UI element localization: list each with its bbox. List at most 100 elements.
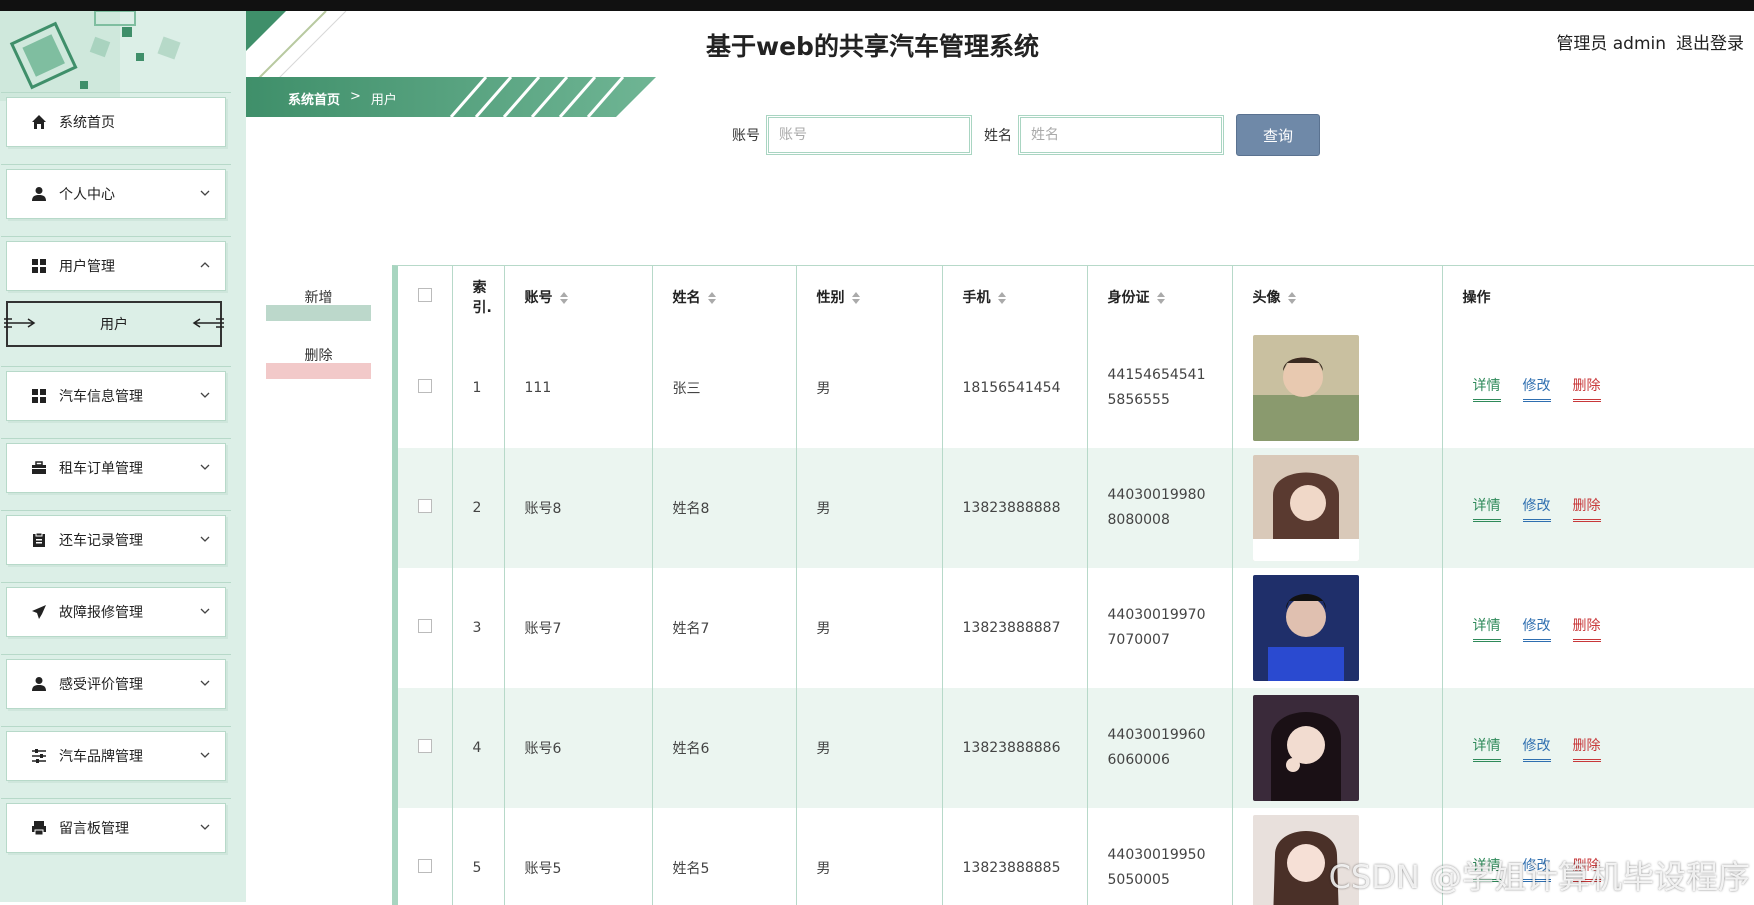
edit-link[interactable]: 修改 [1523,375,1551,402]
header-gender[interactable]: 性别 [796,266,942,328]
cell-name: 姓名8 [652,448,796,568]
cell-index: 1 [452,328,504,448]
edit-link[interactable]: 修改 [1523,495,1551,522]
header-name[interactable]: 姓名 [652,266,796,328]
cell-idcard: 440300199505050005 [1087,808,1232,905]
main-content: 基于web的共享汽车管理系统 管理员 admin 退出登录 [246,11,1754,902]
person-icon [31,186,47,202]
header-phone-label: 手机 [963,290,991,306]
sort-icon [559,292,569,304]
avatar[interactable] [1253,815,1359,905]
sidebar-item-user-management[interactable]: 用户管理 [6,241,226,291]
person-icon [31,676,47,692]
detail-link[interactable]: 详情 [1473,855,1501,882]
header-phone[interactable]: 手机 [942,266,1087,328]
current-user: 管理员 admin [1556,29,1666,54]
cell-index: 3 [452,568,504,688]
cell-gender: 男 [796,448,942,568]
app-root: 系统首页 个人中心 用户管理 用户 汽车信息管理 [0,11,1754,902]
sidebar-item-personal-center[interactable]: 个人中心 [6,169,226,219]
avatar[interactable] [1253,455,1359,561]
row-checkbox[interactable] [418,379,432,393]
header-account[interactable]: 账号 [504,266,652,328]
arrow-decoration-icon [192,313,226,333]
header-idcard[interactable]: 身份证 [1087,266,1232,328]
detail-link[interactable]: 详情 [1473,735,1501,762]
avatar[interactable] [1253,695,1359,801]
table-row: 5 账号5 姓名5 男 13823888885 4403001995050500… [398,808,1754,905]
sidebar-item-label: 汽车品牌管理 [59,746,143,766]
account-search-input[interactable] [766,115,972,155]
sidebar-item-rental-orders[interactable]: 租车订单管理 [6,443,226,493]
idcard-line-1: 44030019980 [1108,487,1206,503]
sidebar-menu: 系统首页 个人中心 用户管理 用户 汽车信息管理 [6,97,226,875]
table-row: 1 111 张三 男 18156541454 44154654541585655… [398,328,1754,448]
header-account-label: 账号 [525,290,553,306]
sidebar-item-car-brands[interactable]: 汽车品牌管理 [6,731,226,781]
chevron-up-icon [199,259,211,271]
row-select-cell [398,568,452,688]
row-ops: 详情 修改 删除 [1463,855,1754,882]
sidebar-item-message-board[interactable]: 留言板管理 [6,803,226,853]
delete-link[interactable]: 删除 [1573,495,1601,522]
detail-link[interactable]: 详情 [1473,495,1501,522]
row-ops: 详情 修改 删除 [1463,615,1754,642]
cell-account: 111 [504,328,652,448]
select-all-checkbox[interactable] [418,288,432,302]
delete-link[interactable]: 删除 [1573,855,1601,882]
cell-account: 账号5 [504,808,652,905]
delete-link[interactable]: 删除 [1573,615,1601,642]
sort-icon [707,292,717,304]
query-button[interactable]: 查询 [1236,114,1320,156]
grid-icon [31,388,47,404]
row-ops: 详情 修改 删除 [1463,495,1754,522]
avatar[interactable] [1253,575,1359,681]
sidebar-decoration [0,11,246,101]
delete-button[interactable]: 删除 [266,339,371,379]
delete-link[interactable]: 删除 [1573,375,1601,402]
sidebar-item-fault-repair[interactable]: 故障报修管理 [6,587,226,637]
table-row: 4 账号6 姓名6 男 13823888886 4403001996060600… [398,688,1754,808]
sidebar-item-label: 个人中心 [59,184,115,204]
sidebar-item-return-records[interactable]: 还车记录管理 [6,515,226,565]
edit-link[interactable]: 修改 [1523,855,1551,882]
delete-link[interactable]: 删除 [1573,735,1601,762]
cell-phone: 13823888885 [942,808,1087,905]
window-top-bar [0,0,1754,11]
logout-link[interactable]: 退出登录 [1676,29,1744,54]
idcard-line-1: 44030019970 [1108,607,1206,623]
cell-idcard: 440300199707070007 [1087,568,1232,688]
name-label: 姓名 [984,125,1012,145]
name-search-input[interactable] [1018,115,1224,155]
cell-account: 账号8 [504,448,652,568]
sidebar-item-car-info[interactable]: 汽车信息管理 [6,371,226,421]
idcard-line-2: 5856555 [1108,392,1170,408]
delete-button-bar [266,363,371,379]
header-avatar[interactable]: 头像 [1232,266,1442,328]
cell-name: 姓名7 [652,568,796,688]
edit-link[interactable]: 修改 [1523,615,1551,642]
breadcrumb: 系统首页 > 用户 [288,89,397,108]
edit-link[interactable]: 修改 [1523,735,1551,762]
sidebar-item-label: 故障报修管理 [59,602,143,622]
sidebar-subitem-user[interactable]: 用户 [6,301,222,347]
sidebar-item-home[interactable]: 系统首页 [6,97,226,147]
add-button-bar [266,305,371,321]
idcard-line-2: 6060006 [1108,752,1170,768]
chevron-down-icon [199,605,211,617]
corner-decoration [246,11,366,81]
row-checkbox[interactable] [418,859,432,873]
detail-link[interactable]: 详情 [1473,615,1501,642]
app-title: 基于web的共享汽车管理系统 [706,27,1039,63]
row-checkbox[interactable] [418,619,432,633]
detail-link[interactable]: 详情 [1473,375,1501,402]
header-index: 索引. [452,266,504,328]
row-checkbox[interactable] [418,499,432,513]
breadcrumb-separator: > [350,89,361,108]
add-button[interactable]: 新增 [266,281,371,321]
breadcrumb-home[interactable]: 系统首页 [288,89,340,108]
cell-phone: 18156541454 [942,328,1087,448]
avatar[interactable] [1253,335,1359,441]
sidebar-item-reviews[interactable]: 感受评价管理 [6,659,226,709]
row-checkbox[interactable] [418,739,432,753]
